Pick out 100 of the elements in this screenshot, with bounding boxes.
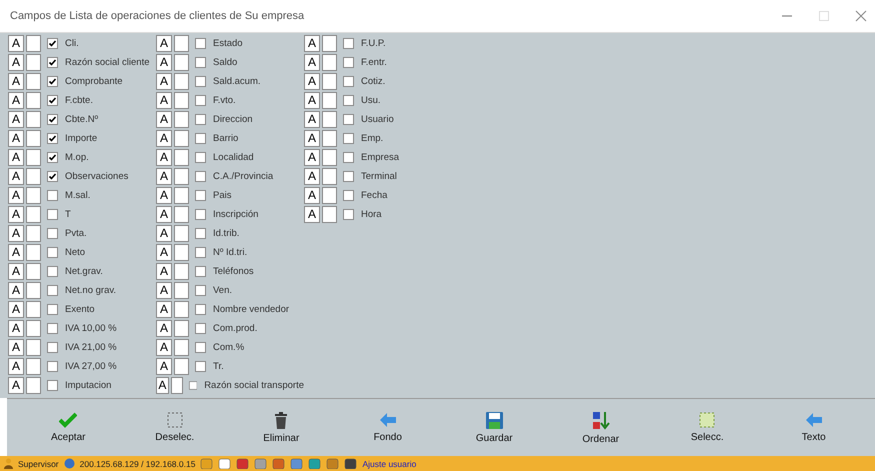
accept-button[interactable]: Aceptar <box>15 399 122 456</box>
format-field[interactable]: A <box>156 320 172 337</box>
checkbox[interactable] <box>343 114 354 125</box>
input-field[interactable] <box>26 244 41 261</box>
checkbox[interactable] <box>47 152 58 163</box>
format-field[interactable]: A <box>304 73 320 90</box>
checkbox[interactable] <box>195 95 206 106</box>
input-field[interactable] <box>26 130 41 147</box>
checkbox[interactable] <box>195 190 206 201</box>
checkbox[interactable] <box>195 114 206 125</box>
checkbox[interactable] <box>47 228 58 239</box>
input-field[interactable] <box>26 35 41 52</box>
checkbox[interactable] <box>47 190 58 201</box>
format-field[interactable]: A <box>156 377 169 394</box>
format-field[interactable]: A <box>304 92 320 109</box>
input-field[interactable] <box>174 244 189 261</box>
format-field[interactable]: A <box>8 263 24 280</box>
input-field[interactable] <box>26 111 41 128</box>
input-field[interactable] <box>322 130 337 147</box>
select-button[interactable]: Selecc. <box>654 399 760 456</box>
format-field[interactable]: A <box>156 206 172 223</box>
input-field[interactable] <box>322 92 337 109</box>
settings-link[interactable]: Ajuste usuario <box>362 458 416 468</box>
format-field[interactable]: A <box>304 54 320 71</box>
format-field[interactable]: A <box>156 282 172 299</box>
input-field[interactable] <box>174 263 189 280</box>
format-field[interactable]: A <box>304 206 320 223</box>
format-field[interactable]: A <box>156 92 172 109</box>
input-field[interactable] <box>174 35 189 52</box>
input-field[interactable] <box>322 206 337 223</box>
tray-icon[interactable] <box>290 458 304 469</box>
checkbox[interactable] <box>343 152 354 163</box>
checkbox[interactable] <box>47 266 58 277</box>
format-field[interactable]: A <box>156 187 172 204</box>
input-field[interactable] <box>174 54 189 71</box>
format-field[interactable]: A <box>156 73 172 90</box>
checkbox[interactable] <box>47 304 58 315</box>
format-field[interactable]: A <box>8 73 24 90</box>
input-field[interactable] <box>174 187 189 204</box>
checkbox[interactable] <box>195 323 206 334</box>
tray-icon[interactable] <box>326 458 340 469</box>
input-field[interactable] <box>170 377 183 394</box>
input-field[interactable] <box>26 187 41 204</box>
format-field[interactable]: A <box>156 130 172 147</box>
format-field[interactable]: A <box>156 244 172 261</box>
input-field[interactable] <box>26 263 41 280</box>
format-field[interactable]: A <box>304 111 320 128</box>
checkbox[interactable] <box>195 266 206 277</box>
input-field[interactable] <box>174 168 189 185</box>
checkbox[interactable] <box>195 38 206 49</box>
format-field[interactable]: A <box>156 339 172 356</box>
input-field[interactable] <box>174 339 189 356</box>
checkbox[interactable] <box>47 285 58 296</box>
checkbox[interactable] <box>47 380 58 391</box>
input-field[interactable] <box>322 35 337 52</box>
checkbox[interactable] <box>188 380 198 391</box>
format-field[interactable]: A <box>304 168 320 185</box>
format-field[interactable]: A <box>8 206 24 223</box>
save-button[interactable]: Guardar <box>441 399 548 456</box>
input-field[interactable] <box>26 282 41 299</box>
input-field[interactable] <box>174 358 189 375</box>
format-field[interactable]: A <box>8 244 24 261</box>
deselect-button[interactable]: Deselec. <box>122 399 228 456</box>
format-field[interactable]: A <box>8 225 24 242</box>
checkbox[interactable] <box>343 95 354 106</box>
checkbox[interactable] <box>195 304 206 315</box>
checkbox[interactable] <box>343 209 354 220</box>
checkbox[interactable] <box>47 114 58 125</box>
checkbox[interactable] <box>195 57 206 68</box>
input-field[interactable] <box>322 111 337 128</box>
format-field[interactable]: A <box>304 187 320 204</box>
tray-icon[interactable] <box>308 458 322 469</box>
input-field[interactable] <box>26 339 41 356</box>
tray-icon[interactable] <box>344 458 358 469</box>
format-field[interactable]: A <box>156 358 172 375</box>
checkbox[interactable] <box>343 38 354 49</box>
input-field[interactable] <box>174 130 189 147</box>
format-field[interactable]: A <box>8 54 24 71</box>
checkbox[interactable] <box>47 57 58 68</box>
format-field[interactable]: A <box>8 92 24 109</box>
checkbox[interactable] <box>47 342 58 353</box>
input-field[interactable] <box>26 301 41 318</box>
checkbox[interactable] <box>195 342 206 353</box>
tray-icon[interactable] <box>272 458 286 469</box>
checkbox[interactable] <box>195 171 206 182</box>
input-field[interactable] <box>26 206 41 223</box>
input-field[interactable] <box>322 168 337 185</box>
checkbox[interactable] <box>47 133 58 144</box>
tray-icon[interactable] <box>236 458 250 469</box>
input-field[interactable] <box>174 149 189 166</box>
format-field[interactable]: A <box>304 35 320 52</box>
format-field[interactable]: A <box>8 111 24 128</box>
input-field[interactable] <box>174 92 189 109</box>
checkbox[interactable] <box>47 171 58 182</box>
format-field[interactable]: A <box>304 130 320 147</box>
format-field[interactable]: A <box>8 130 24 147</box>
input-field[interactable] <box>26 168 41 185</box>
checkbox[interactable] <box>47 209 58 220</box>
input-field[interactable] <box>26 320 41 337</box>
checkbox[interactable] <box>195 228 206 239</box>
